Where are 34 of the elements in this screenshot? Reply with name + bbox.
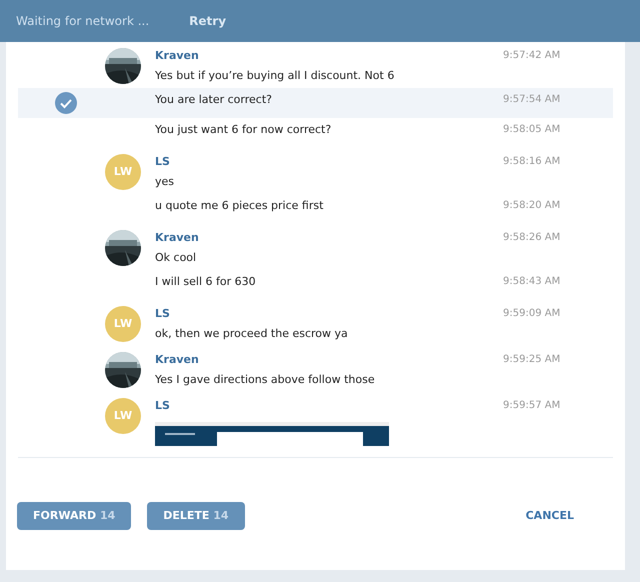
- message-time: 9:59:25 AM: [503, 353, 562, 367]
- sender-name: Kraven: [155, 230, 200, 246]
- message-time: 9:59:09 AM: [503, 307, 562, 321]
- message-time: 9:58:05 AM: [503, 123, 562, 137]
- message-time: 9:58:26 AM: [503, 231, 562, 245]
- message-text: yes: [155, 174, 176, 190]
- message-time: 9:57:42 AM: [503, 49, 562, 63]
- message-time: 9:59:57 AM: [503, 399, 562, 413]
- sender-name: Kraven: [155, 48, 200, 64]
- cancel-button[interactable]: CANCEL: [510, 502, 590, 530]
- sender-name: LS: [155, 154, 171, 170]
- avatar: LW: [105, 398, 141, 434]
- sender-name: Kraven: [155, 352, 200, 368]
- check-icon[interactable]: [54, 92, 76, 114]
- message-time: 9:58:20 AM: [503, 199, 562, 213]
- message-time: 9:58:43 AM: [503, 275, 562, 289]
- sender-name: LS: [155, 398, 171, 414]
- message-text: Yes I gave directions above follow those: [155, 372, 376, 388]
- message-text: u quote me 6 pieces price first: [155, 198, 324, 214]
- message-time: 9:57:54 AM: [503, 93, 562, 107]
- delete-button[interactable]: DELETE 14: [147, 502, 245, 530]
- forward-button[interactable]: FORWARD 14: [17, 502, 132, 530]
- network-status: Waiting for network ...: [16, 13, 150, 30]
- message-text: Yes but if you’re buying all I discount. Not 6: [155, 68, 396, 84]
- avatar: LW: [105, 306, 141, 342]
- message-text: Ok cool: [155, 250, 198, 266]
- message-time: 9:58:16 AM: [503, 155, 562, 169]
- avatar: LW: [105, 154, 141, 190]
- message-text: I will sell 6 for 630: [155, 274, 257, 290]
- message-text: You just want 6 for now correct?: [155, 122, 332, 138]
- message-text: You are later correct?: [155, 92, 273, 108]
- sender-name: LS: [155, 306, 171, 322]
- message-text: ok, then we proceed the escrow ya: [155, 326, 349, 342]
- retry-button[interactable]: Retry: [189, 12, 226, 30]
